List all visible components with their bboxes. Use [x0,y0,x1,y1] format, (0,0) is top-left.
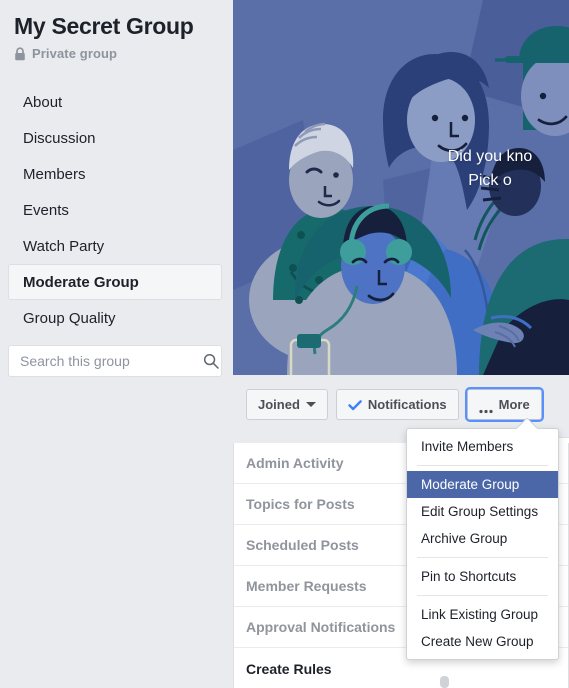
sidebar-item-label: Watch Party [23,238,104,255]
menu-item-edit-group-settings[interactable]: Edit Group Settings [407,498,558,525]
search-box[interactable] [8,345,222,377]
sidebar-item-label: Events [23,202,69,219]
sidebar-item-about[interactable]: About [8,84,222,120]
sidebar-item-label: About [23,94,62,111]
search-input[interactable] [18,352,203,370]
sidebar-item-moderate-group[interactable]: Moderate Group [8,264,222,300]
moderation-row-label: Scheduled Posts [246,537,359,553]
sidebar-item-group-quality[interactable]: Group Quality [8,300,222,336]
check-icon [348,398,362,412]
chevron-down-icon [306,402,316,407]
menu-item-link-existing-group[interactable]: Link Existing Group [407,601,558,628]
group-sidebar: My Secret Group Private group About Disc… [0,0,230,688]
moderation-row-label: Member Requests [246,578,367,594]
joined-button-label: Joined [258,397,300,412]
menu-item-create-new-group[interactable]: Create New Group [407,628,558,655]
moderation-row-label: Approval Notifications [246,619,395,635]
scrollbar-thumb[interactable] [440,676,449,688]
notifications-button[interactable]: Notifications [336,389,459,420]
menu-item-moderate-group[interactable]: Moderate Group [407,471,558,498]
sidebar-item-label: Group Quality [23,310,116,327]
cover-artwork [233,0,569,375]
sidebar-item-label: Moderate Group [23,274,139,291]
menu-item-label: Edit Group Settings [421,504,538,519]
more-dropdown-menu: Invite Members Moderate Group Edit Group… [406,428,559,660]
group-action-bar: Joined Notifications More [246,389,542,420]
sidebar-item-events[interactable]: Events [8,192,222,228]
sidebar-nav: About Discussion Members Events Watch Pa… [0,84,230,336]
menu-item-label: Create New Group [421,634,534,649]
moderation-row-label: Create Rules [246,661,332,677]
notifications-button-label: Notifications [368,397,447,412]
sidebar-item-members[interactable]: Members [8,156,222,192]
group-cover-illustration: Did you kno Pick o [233,0,569,375]
menu-item-label: Moderate Group [421,477,519,492]
menu-item-label: Link Existing Group [421,607,538,622]
group-privacy: Private group [14,46,117,61]
menu-item-label: Invite Members [421,439,513,454]
menu-separator [417,465,548,466]
menu-item-label: Pin to Shortcuts [421,569,516,584]
sidebar-item-label: Members [23,166,86,183]
page-title: My Secret Group [14,13,194,40]
moderation-row-label: Topics for Posts [246,496,355,512]
moderation-row-label: Admin Activity [246,455,344,471]
more-button[interactable]: More [467,389,542,420]
lock-icon [14,47,26,61]
more-button-label: More [499,397,530,412]
menu-caret-icon [516,418,538,429]
search-icon[interactable] [203,353,219,369]
menu-item-label: Archive Group [421,531,507,546]
ellipsis-icon [479,402,493,407]
joined-button[interactable]: Joined [246,389,328,420]
menu-item-archive-group[interactable]: Archive Group [407,525,558,552]
menu-separator [417,595,548,596]
menu-separator [417,557,548,558]
menu-item-pin-to-shortcuts[interactable]: Pin to Shortcuts [407,563,558,590]
sidebar-item-label: Discussion [23,130,96,147]
page-root: My Secret Group Private group About Disc… [0,0,569,688]
sidebar-item-discussion[interactable]: Discussion [8,120,222,156]
menu-item-invite-members[interactable]: Invite Members [407,433,558,460]
sidebar-item-watch-party[interactable]: Watch Party [8,228,222,264]
group-privacy-label: Private group [32,46,117,61]
